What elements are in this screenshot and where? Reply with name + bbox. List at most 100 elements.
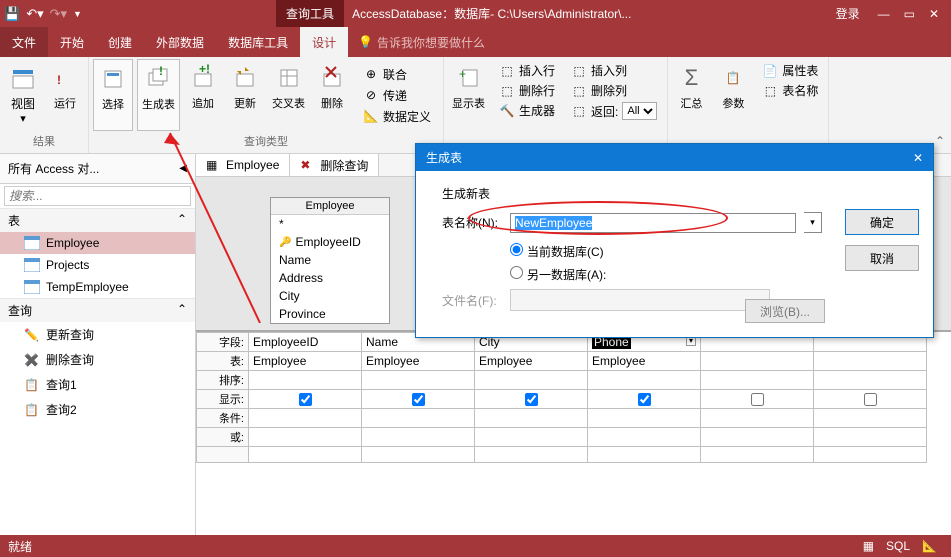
fieldlist-item[interactable]: Province [271,305,389,323]
qat-dropdown-icon[interactable]: ▼ [73,9,82,19]
doctab-employee[interactable]: ▦ Employee [196,154,290,176]
show-checkbox[interactable] [299,393,312,406]
close-icon[interactable]: ✕ [929,7,939,21]
collapse-ribbon-icon[interactable]: ⌃ [935,134,945,148]
key-icon: 🔑 [279,237,291,248]
show-checkbox[interactable] [525,393,538,406]
grid-rowlabel: 或: [197,428,249,447]
ok-button[interactable]: 确定 [845,209,919,235]
tell-me[interactable]: 💡 告诉我你想要做什么 [348,34,495,51]
nav-item-projects[interactable]: Projects [0,254,195,276]
table-name-label: 表名称(N): [442,214,502,231]
tab-dbtools[interactable]: 数据库工具 [216,27,300,57]
nav-header[interactable]: 所有 Access 对... ◀ [0,154,195,184]
table-icon: ▦ [206,158,220,172]
fieldlist-item[interactable]: City [271,287,389,305]
return-dropdown[interactable]: ⬚返回: All [567,101,661,121]
nav-item-tempemployee[interactable]: TempEmployee [0,276,195,298]
title-bar: 💾 ↶▾ ↷▾ ▼ 查询工具 AccessDatabase：数据库- C:\Us… [0,0,951,27]
crosstab-button[interactable]: 交叉表 [268,59,309,131]
nav-item-update-query[interactable]: ✏️ 更新查询 [0,322,195,347]
fieldlist-item[interactable]: 🔑EmployeeID [271,233,389,251]
minimize-icon[interactable]: — [878,7,890,21]
view-design-icon[interactable]: 📐 [916,539,943,553]
save-icon[interactable]: 💾 [4,6,20,22]
nav-item-delete-query[interactable]: ✖️ 删除查询 [0,347,195,372]
delete-row-button[interactable]: ⬚删除行 [495,81,559,100]
passthrough-button[interactable]: ⊘传递 [359,86,435,105]
grid-rowlabel: 排序: [197,371,249,390]
delete-query-icon: ✖ [300,158,314,172]
delete-query-icon: ✖️ [24,353,40,367]
tab-external[interactable]: 外部数据 [144,27,216,57]
undo-icon[interactable]: ↶▾ [26,6,43,22]
combobox-arrow-icon[interactable]: ▾ [804,212,822,233]
dialog-title: 生成表 [426,149,462,166]
fieldlist-item[interactable]: Address [271,269,389,287]
doctab-deletequery[interactable]: ✖ 删除查询 [290,154,379,176]
view-button[interactable]: 视图▾ [4,59,42,131]
tab-design[interactable]: 设计 [300,27,348,57]
fieldlist-item[interactable]: Name [271,251,389,269]
ribbon-group-results: 视图▾ ! 运行 结果 [0,57,89,153]
table-name-input[interactable]: NewEmployee [510,213,796,233]
property-sheet-button[interactable]: 📄属性表 [758,61,822,80]
show-checkbox[interactable] [751,393,764,406]
table-icon [24,236,40,250]
run-button[interactable]: ! 运行 [46,59,84,131]
radio-current-db[interactable]: 当前数据库(C) [510,245,604,259]
grid-rowlabel [197,447,249,463]
totals-button[interactable]: Σ 汇总 [672,59,710,135]
view-sql-button[interactable]: SQL [880,539,916,553]
datadef-button[interactable]: 📐数据定义 [359,107,435,126]
grid-rowlabel: 条件: [197,409,249,428]
append-button[interactable]: +! 追加 [184,59,222,131]
nav-item-employee[interactable]: Employee [0,232,195,254]
delete-col-button[interactable]: ⬚删除列 [567,81,661,100]
make-table-dialog: 生成表 ✕ 生成新表 表名称(N): NewEmployee ▾ 当前数据库(C… [415,143,934,338]
status-bar: 就绪 ▦ SQL 📐 [0,535,951,557]
tab-create[interactable]: 创建 [96,27,144,57]
show-checkbox[interactable] [638,393,651,406]
delete-query-button[interactable]: 删除 [313,59,351,131]
tell-me-placeholder: 告诉我你想要做什么 [377,34,485,51]
tab-home[interactable]: 开始 [48,27,96,57]
search-input[interactable] [4,186,191,206]
login-link[interactable]: 登录 [826,5,870,22]
chevron-left-icon[interactable]: ◀ [179,163,187,174]
builder-button[interactable]: 🔨生成器 [495,101,559,120]
radio-other-db[interactable]: 另一数据库(A): [510,268,606,282]
select-query-button[interactable]: 选择 [93,59,133,131]
app-title: AccessDatabase：数据库- C:\Users\Administrat… [352,5,631,22]
fieldlist-star[interactable]: * [271,215,389,233]
view-datasheet-icon[interactable]: ▦ [857,539,880,553]
nav-item-query1[interactable]: 📋 查询1 [0,372,195,397]
svg-text:+: + [459,67,466,81]
cancel-button[interactable]: 取消 [845,245,919,271]
insert-row-button[interactable]: ⬚插入行 [495,61,559,80]
nav-group-queries[interactable]: 查询⌃ [0,298,195,322]
dialog-close-icon[interactable]: ✕ [913,151,923,165]
show-checkbox[interactable] [864,393,877,406]
ribbon-group-querysetup: + 显示表 ⬚插入行 ⬚删除行 🔨生成器 ⬚插入列 ⬚删除列 ⬚返回: All [444,57,668,153]
show-checkbox[interactable] [412,393,425,406]
insert-col-button[interactable]: ⬚插入列 [567,61,661,80]
table-icon [24,280,40,294]
update-button[interactable]: 更新 [226,59,264,131]
chevron-up-icon: ⌃ [177,302,187,319]
params-button[interactable]: 📋 参数 [714,59,752,135]
query-design-grid[interactable]: 字段: EmployeeID Name City Phone ▾ 表: Empl… [196,332,951,535]
table-fieldlist[interactable]: Employee * 🔑EmployeeID Name Address City… [270,197,390,324]
contextual-tab-label: 查询工具 [276,0,344,27]
dialog-titlebar[interactable]: 生成表 ✕ [416,144,933,171]
union-button[interactable]: ⊕联合 [359,65,435,84]
nav-item-query2[interactable]: 📋 查询2 [0,397,195,422]
restore-icon[interactable]: ▭ [904,7,915,21]
return-select[interactable]: All [622,102,657,120]
redo-icon[interactable]: ↷▾ [50,6,67,22]
make-table-button[interactable]: ! 生成表 [137,59,180,131]
nav-group-tables[interactable]: 表⌃ [0,208,195,232]
tab-file[interactable]: 文件 [0,27,48,57]
show-table-button[interactable]: + 显示表 [448,59,489,135]
table-names-button[interactable]: ⬚表名称 [758,81,822,100]
